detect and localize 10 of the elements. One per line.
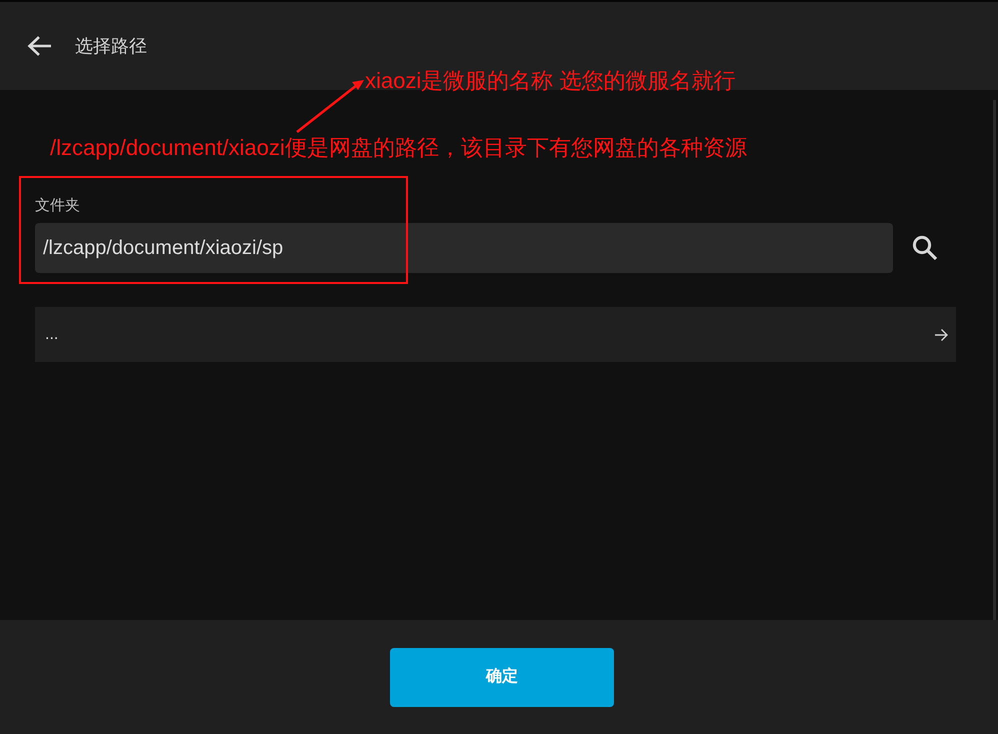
page-title: 选择路径: [75, 34, 147, 58]
folder-path-input[interactable]: /lzcapp/document/xiaozi/sp: [35, 223, 893, 273]
annotation-note: /lzcapp/document/xiaozi便是网盘的路径，该目录下有您网盘的各种资源: [50, 134, 747, 162]
folder-label: 文件夹: [35, 196, 81, 216]
search-icon[interactable]: [912, 235, 938, 261]
back-arrow-icon[interactable]: [27, 36, 51, 56]
annotation-note: xiaozi是微服的名称 选您的微服名就行: [365, 67, 736, 95]
right-arrow-icon: [934, 328, 948, 342]
annotation-arrow: [296, 80, 364, 134]
folder-list-item[interactable]: ...: [35, 307, 956, 362]
